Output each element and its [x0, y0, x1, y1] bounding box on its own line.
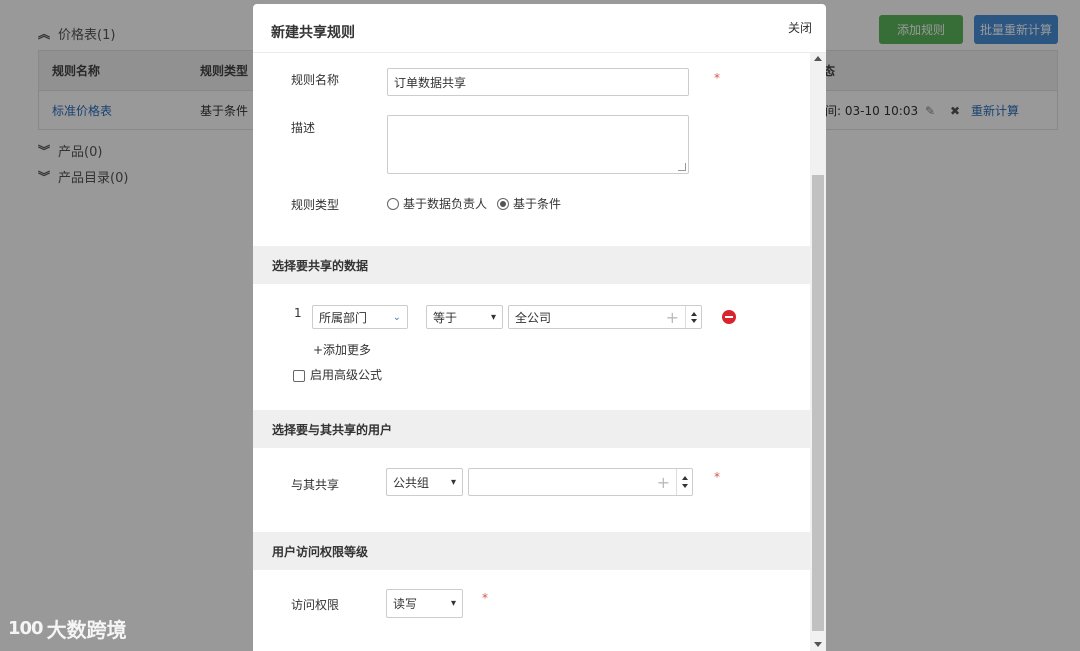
resize-handle-icon[interactable] [678, 163, 686, 171]
chevron-down-icon: ⌄ [392, 311, 401, 323]
required-mark: * [482, 591, 488, 605]
dialog-title: 新建共享规则 [271, 25, 355, 41]
dialog-scrollbar[interactable] [810, 52, 826, 651]
required-mark: * [714, 71, 720, 85]
share-with-type-value: 公共组 [393, 475, 430, 490]
chevron-down-icon: ▾ [450, 476, 456, 488]
scrollbar-thumb[interactable] [812, 175, 824, 631]
access-level-select[interactable]: 读写 ▾ [386, 589, 463, 618]
spin-up-icon[interactable] [681, 476, 688, 480]
advanced-formula-label: 启用高级公式 [310, 368, 383, 382]
radio-owner-based[interactable]: 基于数据负责人 [387, 195, 487, 212]
remove-condition-icon[interactable] [722, 310, 736, 324]
watermark-text: 大数跨境 [46, 618, 127, 642]
radio-checked-icon[interactable] [497, 197, 509, 210]
advanced-formula-checkbox[interactable] [293, 370, 305, 382]
radio-icon[interactable] [387, 197, 399, 210]
add-more-link[interactable]: +添加更多 [313, 341, 371, 358]
scroll-up-icon[interactable] [814, 56, 822, 61]
radio-condition-based[interactable]: 基于条件 [497, 195, 561, 212]
share-with-label: 与其共享 [291, 478, 340, 492]
radio-owner-based-label: 基于数据负责人 [403, 197, 488, 211]
scroll-down-icon[interactable] [814, 642, 822, 647]
watermark-logo: 100 [8, 618, 44, 639]
access-label: 访问权限 [291, 598, 340, 612]
operator-select[interactable]: 等于 ▾ [426, 305, 503, 329]
section-data-to-share: 选择要共享的数据 [253, 246, 810, 284]
spinner[interactable] [676, 469, 692, 495]
section-share-with-users: 选择要与其共享的用户 [253, 410, 810, 448]
dialog-body: 规则名称 订单数据共享 * 描述 规则类型 基于数据负责人 基于条件 选择要共享… [253, 52, 810, 651]
spin-down-icon[interactable] [690, 318, 697, 323]
rule-name-input[interactable]: 订单数据共享 [387, 68, 689, 96]
chevron-down-icon: ▾ [490, 311, 496, 323]
chevron-down-icon: ▾ [450, 598, 456, 609]
watermark: 100 大数跨境 [8, 614, 127, 643]
spin-down-icon[interactable] [681, 484, 688, 488]
description-textarea[interactable] [387, 115, 689, 174]
field-select[interactable]: 所属部门 ⌄ [312, 305, 408, 329]
plus-icon[interactable]: + [657, 473, 670, 492]
share-with-input[interactable]: + [468, 468, 693, 496]
condition-index: 1 [294, 306, 302, 320]
rule-type-label: 规则类型 [291, 198, 340, 212]
field-select-value: 所属部门 [319, 310, 368, 325]
rule-name-label: 规则名称 [291, 73, 340, 87]
new-sharing-rule-dialog: 新建共享规则 关闭 规则名称 订单数据共享 * 描述 规则类型 基于数据负责人 … [253, 4, 826, 651]
required-mark: * [714, 470, 720, 484]
operator-select-value: 等于 [433, 310, 458, 325]
value-input-text: 全公司 [515, 310, 552, 325]
value-input[interactable]: 全公司 + [508, 305, 702, 329]
access-level-value: 读写 [393, 597, 418, 611]
description-label: 描述 [291, 121, 316, 135]
spin-up-icon[interactable] [690, 311, 697, 316]
section-access-level: 用户访问权限等级 [253, 532, 810, 570]
plus-icon[interactable]: + [666, 308, 679, 327]
dialog-close-button[interactable]: 关闭 [788, 19, 812, 36]
spinner[interactable] [685, 306, 701, 328]
radio-condition-based-label: 基于条件 [513, 197, 562, 211]
share-with-type-select[interactable]: 公共组 ▾ [386, 468, 463, 496]
